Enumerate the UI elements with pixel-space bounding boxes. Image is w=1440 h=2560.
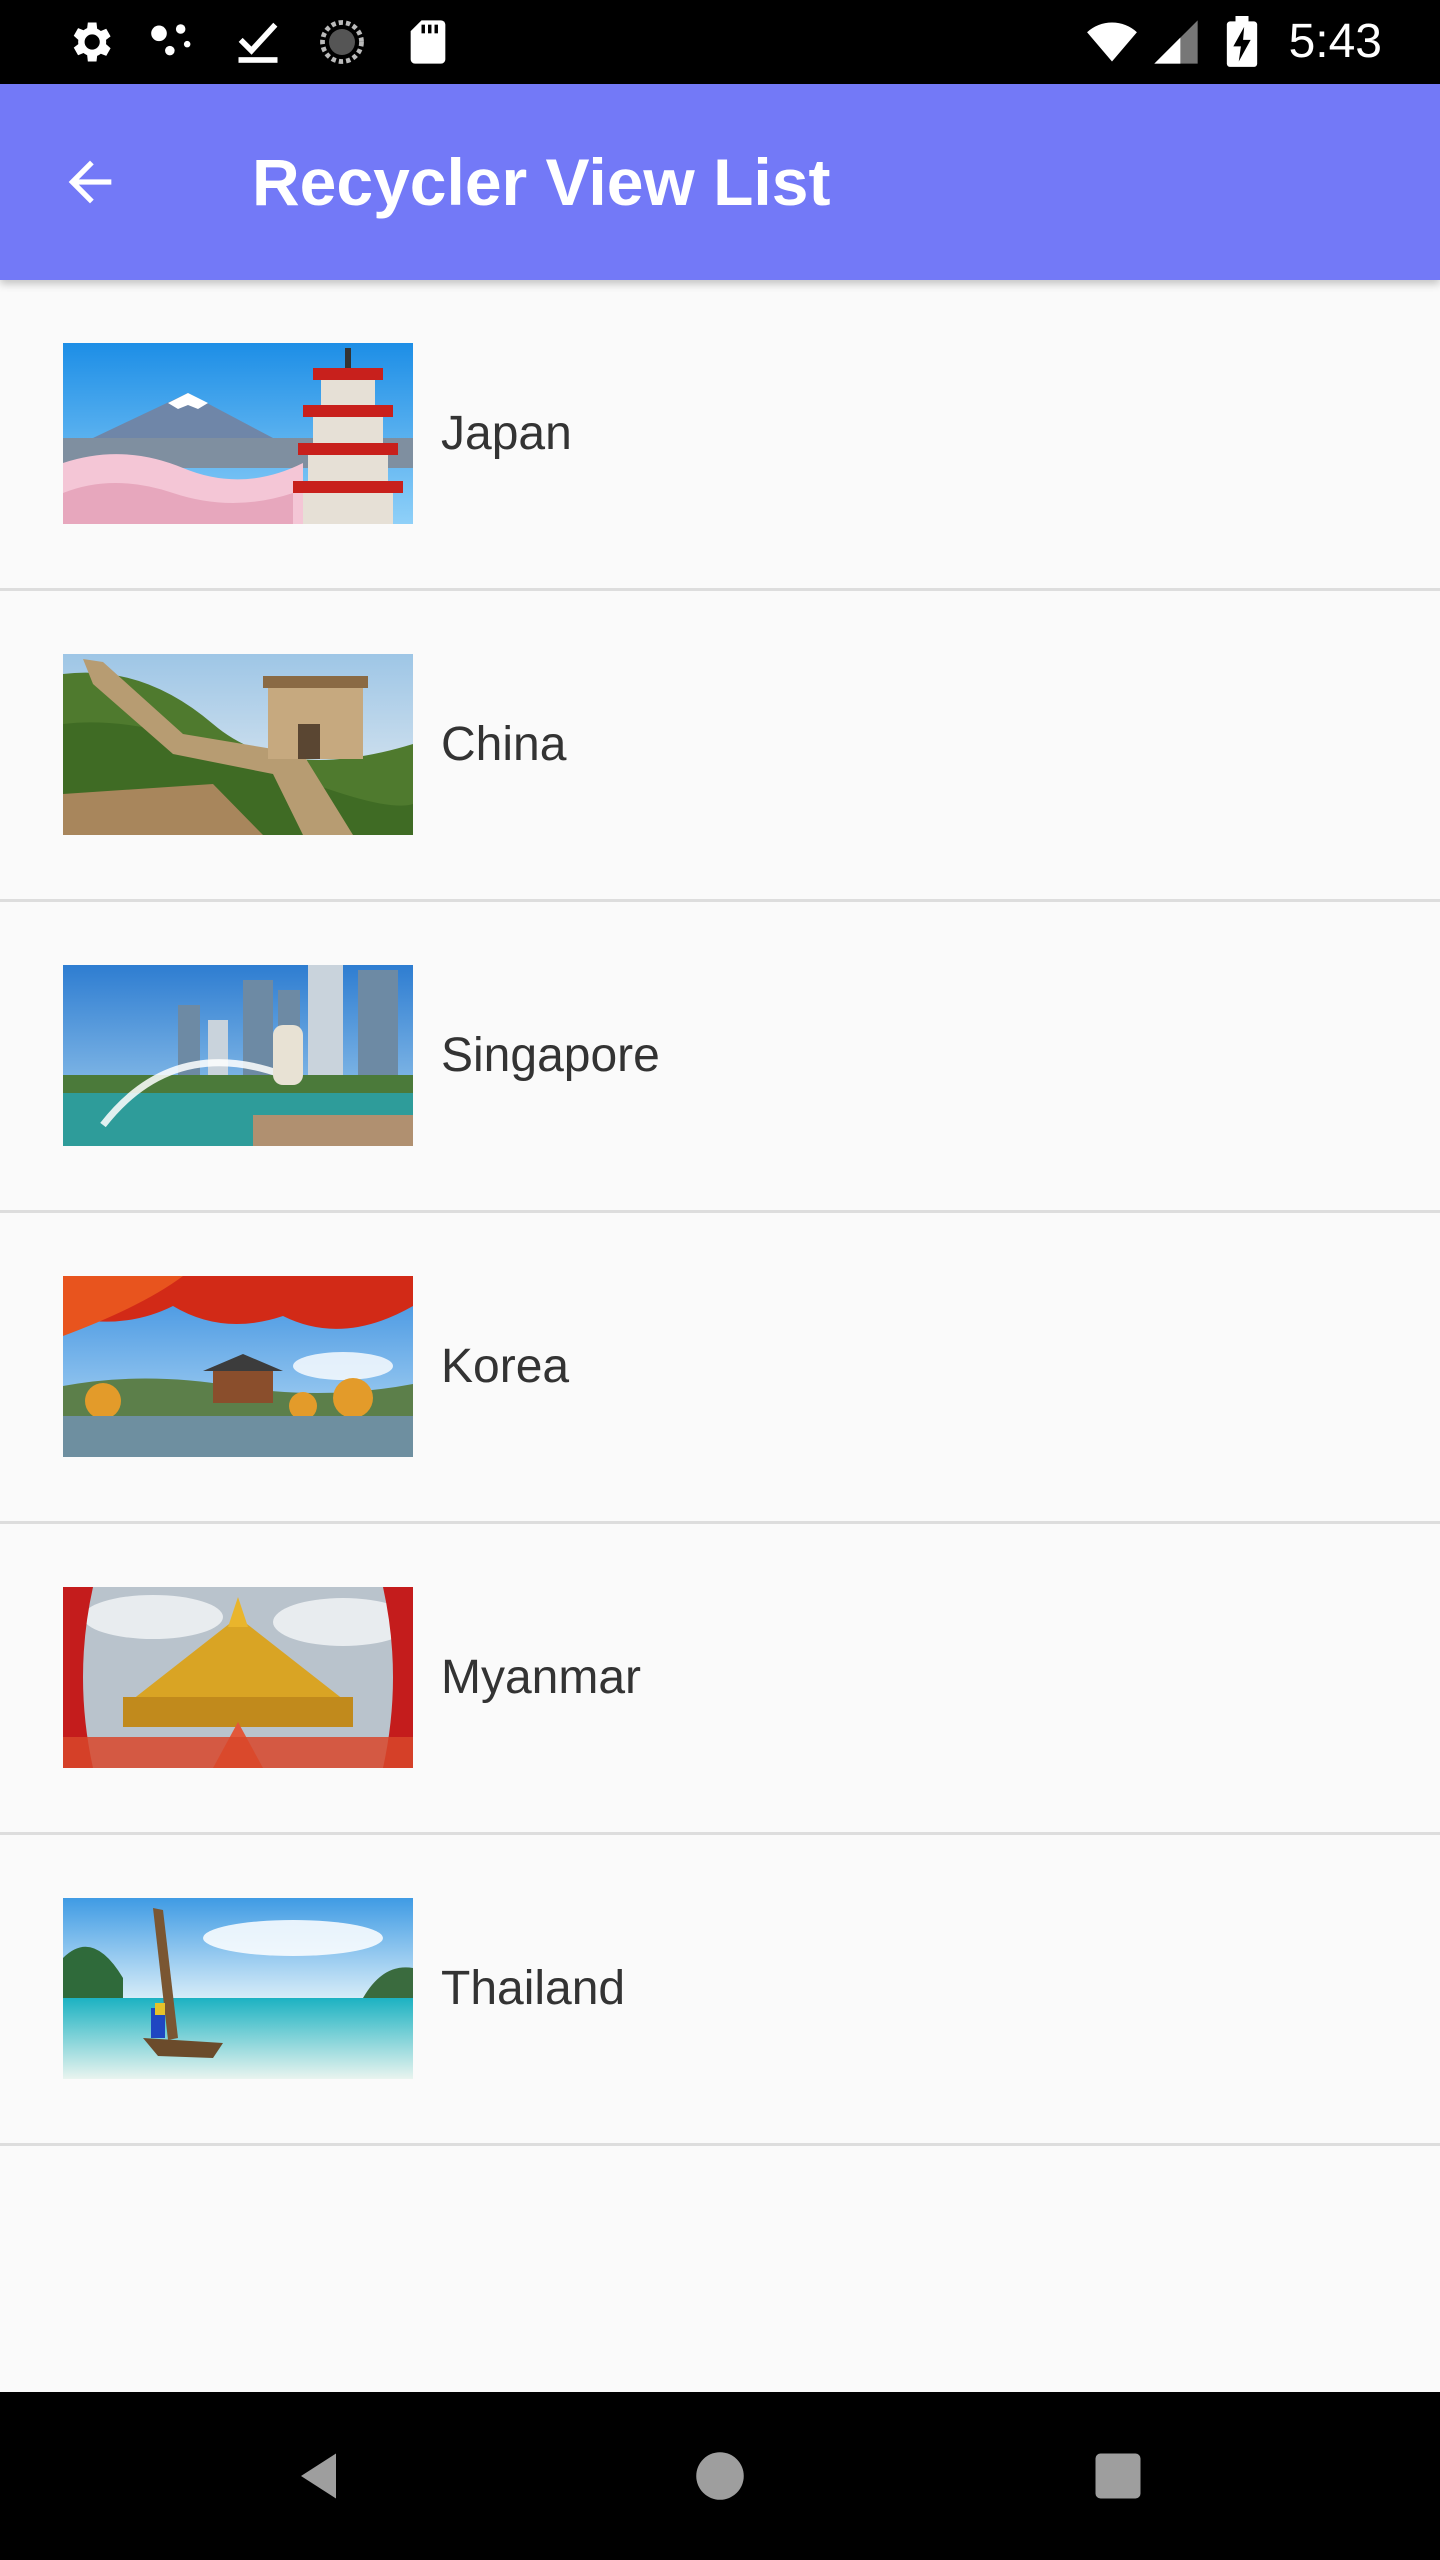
battery-charging-icon <box>1222 16 1262 68</box>
list-item-korea[interactable]: Korea <box>0 1213 1440 1524</box>
singapore-photo <box>63 965 413 1146</box>
home-circle-icon <box>690 2446 750 2506</box>
status-bar: 5:43 <box>0 0 1440 84</box>
signal-icon <box>1150 16 1202 68</box>
nav-recents-button[interactable] <box>1078 2436 1158 2516</box>
sync-icon <box>316 16 368 68</box>
list-item-japan[interactable]: Japan <box>0 280 1440 591</box>
dots-icon <box>146 16 198 68</box>
thailand-photo <box>63 1898 413 2079</box>
list-item-label: Singapore <box>441 1029 660 1082</box>
download-done-icon <box>232 16 284 68</box>
back-triangle-icon <box>291 2446 351 2506</box>
list-item-singapore[interactable]: Singapore <box>0 902 1440 1213</box>
page-title: Recycler View List <box>252 145 831 219</box>
korea-photo <box>63 1276 413 1457</box>
list-item-label: China <box>441 718 567 771</box>
screen: 5:43 Recycler View List Japan China Sing… <box>0 0 1440 2560</box>
back-button[interactable] <box>50 142 130 222</box>
recents-square-icon <box>1088 2446 1148 2506</box>
country-list: Japan China Singapore Korea Myanmar Thai… <box>0 280 1440 2146</box>
app-bar: Recycler View List <box>0 84 1440 280</box>
settings-icon <box>64 16 116 68</box>
status-time: 5:43 <box>1288 15 1382 68</box>
japan-photo <box>63 343 413 524</box>
navigation-bar <box>0 2392 1440 2560</box>
myanmar-photo <box>63 1587 413 1768</box>
nav-home-button[interactable] <box>680 2436 760 2516</box>
arrow-back-icon <box>58 150 122 214</box>
list-item-label: Myanmar <box>441 1651 642 1704</box>
list-item-label: Japan <box>441 407 572 460</box>
list-item-myanmar[interactable]: Myanmar <box>0 1524 1440 1835</box>
list-item-label: Korea <box>441 1340 570 1393</box>
list-item-label: Thailand <box>441 1962 626 2015</box>
nav-back-button[interactable] <box>281 2436 361 2516</box>
wifi-icon <box>1082 16 1142 68</box>
china-photo <box>63 654 413 835</box>
list-item-thailand[interactable]: Thailand <box>0 1835 1440 2146</box>
sd-card-icon <box>402 16 454 68</box>
list-item-china[interactable]: China <box>0 591 1440 902</box>
